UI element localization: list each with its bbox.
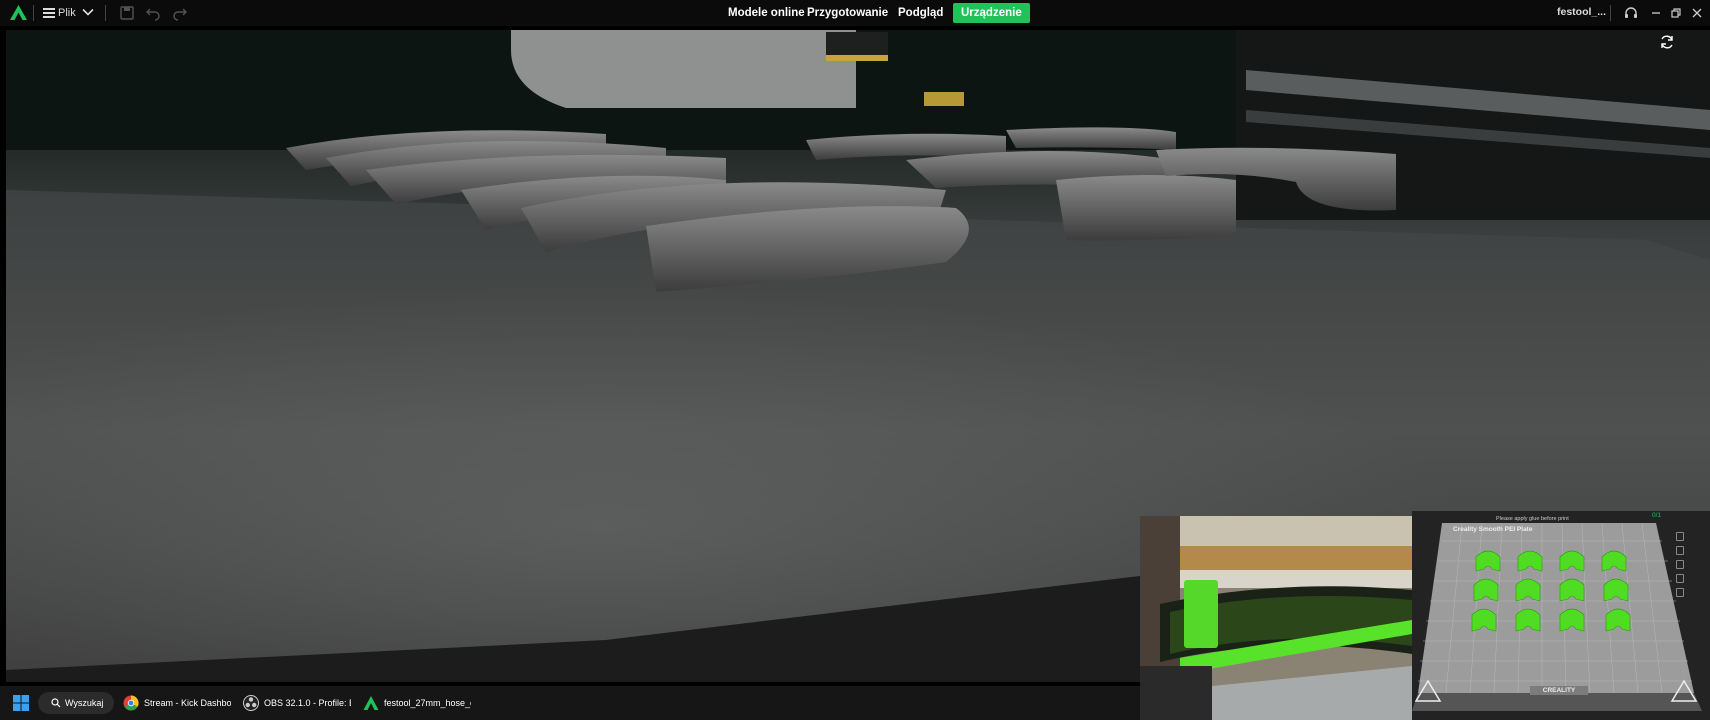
- taskbar-item-chrome[interactable]: Stream - Kick Dashboard: [123, 693, 231, 713]
- creality-print-icon: [363, 696, 379, 710]
- undo-icon[interactable]: [145, 5, 161, 21]
- tab-device[interactable]: Urządzenie: [953, 3, 1030, 23]
- divider: [105, 5, 106, 21]
- close-icon[interactable]: [1689, 5, 1705, 21]
- toolbar-tool-4[interactable]: [1676, 574, 1684, 583]
- hamburger-icon: [43, 8, 55, 18]
- creality-logo-icon: [10, 5, 27, 20]
- toolbar-tool-2[interactable]: [1676, 546, 1684, 555]
- taskbar-item-label: festool_27mm_hose_cab: [384, 698, 471, 708]
- search-icon: [51, 698, 61, 708]
- tab-preview[interactable]: Podgląd: [890, 3, 951, 23]
- tab-prepare[interactable]: Przygotowanie: [799, 3, 896, 23]
- title-bar: Plik Modele online Przygotowanie Podgląd…: [0, 0, 1710, 26]
- toolbar-tool-3[interactable]: [1676, 560, 1684, 569]
- taskbar-item-creality-print[interactable]: festool_27mm_hose_cab: [363, 693, 471, 713]
- chevron-down-icon[interactable]: [82, 6, 94, 18]
- file-menu-button[interactable]: Plik: [43, 4, 76, 22]
- plate-index: 0/1: [1652, 512, 1662, 519]
- taskbar-item-label: Stream - Kick Dashboard: [144, 698, 231, 708]
- save-icon[interactable]: [119, 5, 135, 21]
- window-title: festool_...: [1557, 6, 1607, 18]
- plate-note: Please apply glue before print: [1496, 516, 1569, 522]
- chrome-icon: [123, 695, 139, 711]
- toolbar-tool-5[interactable]: [1676, 588, 1684, 597]
- taskbar-item-label: OBS 32.1.0 - Profile: Bez: [264, 698, 351, 708]
- main-tabs: Modele online Przygotowanie Podgląd Urzą…: [0, 0, 1710, 26]
- plate-type-label: Creality Smooth PEI Plate: [1453, 526, 1533, 533]
- taskbar-search-button[interactable]: Wyszukaj: [38, 692, 114, 714]
- obs-icon: [243, 695, 259, 711]
- file-menu-label: Plik: [58, 7, 76, 19]
- taskbar-item-obs[interactable]: OBS 32.1.0 - Profile: Bez: [243, 693, 351, 713]
- restore-icon[interactable]: [1668, 5, 1684, 21]
- windows-taskbar: Wyszukaj Stream - Kick Dashboard OBS 32.…: [0, 686, 1140, 720]
- refresh-camera-icon[interactable]: [1659, 34, 1675, 50]
- redo-icon[interactable]: [172, 5, 188, 21]
- webcam-image: [1140, 516, 1412, 720]
- webcam-overlay: [1140, 516, 1412, 720]
- minimize-icon[interactable]: [1648, 5, 1664, 21]
- windows-start-icon[interactable]: [13, 695, 29, 711]
- creality-brand-label: CREALITY: [1530, 686, 1588, 695]
- toolbar-tool-1[interactable]: [1676, 532, 1684, 541]
- slicer-vertical-toolbar: [1676, 532, 1684, 597]
- divider: [33, 5, 34, 21]
- divider: [1610, 5, 1611, 21]
- search-label: Wyszukaj: [65, 698, 104, 708]
- headset-icon[interactable]: [1623, 5, 1639, 21]
